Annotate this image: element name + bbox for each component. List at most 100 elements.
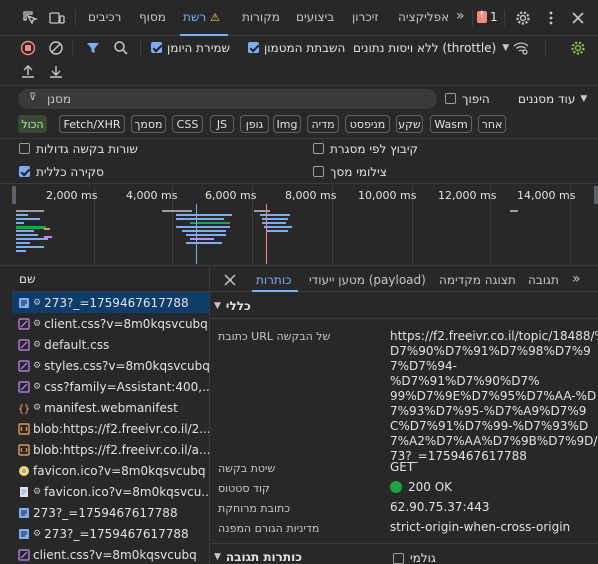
name-column-header[interactable]: שם <box>19 272 35 286</box>
big-rows-checkbox[interactable] <box>19 143 30 154</box>
close-details-icon[interactable] <box>220 270 240 290</box>
import-export-bar <box>0 60 598 86</box>
service-worker-gear-icon: ⚙ <box>33 486 42 497</box>
type-filter-js[interactable]: JS <box>210 115 234 133</box>
request-row[interactable]: ⚙ client.css?v=8m0kqsvcubq <box>12 313 209 334</box>
general-section-header[interactable]: ▼ כללי <box>214 299 251 313</box>
type-filter-font[interactable]: גופן <box>240 115 269 133</box>
timeline-bar <box>16 222 24 224</box>
device-toolbar-icon[interactable] <box>47 8 67 28</box>
tab-preview[interactable]: תצוגה מקדימה <box>439 273 516 287</box>
invert-label: היפוך <box>462 92 490 106</box>
overview-label: סקירה כללית <box>36 165 104 179</box>
tab-console[interactable]: מסוף <box>139 10 166 24</box>
inspect-element-icon[interactable] <box>20 8 40 28</box>
overview-checkbox[interactable] <box>19 166 30 177</box>
request-row[interactable]: 273?_=1759467617788 <box>12 502 209 523</box>
more-details-tabs[interactable]: » <box>572 271 581 287</box>
request-row[interactable]: ⚙ styles.css?v=8m0kqsvcubq <box>12 355 209 376</box>
search-icon[interactable] <box>111 38 131 58</box>
type-filter-doc[interactable]: מסמך <box>131 115 166 133</box>
timeline-bar <box>16 230 34 232</box>
url-line: 99%D7%9E%D7%95%D7%AA-%D <box>390 389 597 403</box>
request-name: client.css?v=8m0kqsvcubq <box>33 547 197 562</box>
request-row[interactable]: blob:https://f2.freeivr.co.il/2... <box>12 418 209 439</box>
panel-splitter[interactable] <box>209 266 210 564</box>
preserve-log-checkbox[interactable] <box>151 42 162 53</box>
request-method-key: שיטת בקשה <box>218 462 276 475</box>
screenshots-checkbox[interactable] <box>313 166 324 177</box>
clear-log-icon[interactable] <box>46 38 66 58</box>
type-filter-img[interactable]: Img <box>273 115 301 133</box>
tab-performance[interactable]: ביצועים <box>296 10 334 24</box>
divider <box>210 543 598 544</box>
tab-sources[interactable]: מקורות <box>242 10 280 24</box>
timeline-tick: 10,000 ms <box>358 189 417 202</box>
close-devtools-icon[interactable] <box>568 8 588 28</box>
dom-content-loaded-marker <box>196 204 197 264</box>
type-filter-fetch-xhr[interactable]: Fetch/XHR <box>59 115 125 133</box>
tab-network[interactable]: רשת ⚠ <box>183 10 220 24</box>
request-row[interactable]: ⚙ css?family=Assistant:400,... <box>12 376 209 397</box>
timeline-tick: 4,000 ms <box>126 189 178 202</box>
raw-checkbox[interactable] <box>393 553 404 564</box>
disable-cache-checkbox[interactable] <box>248 42 259 53</box>
request-row[interactable]: favicon.ico?v=8m0kqsvcubq <box>12 460 209 481</box>
filter-input[interactable]: ⊽ מסנן <box>18 89 437 109</box>
filter-funnel-icon[interactable] <box>83 38 103 58</box>
invert-checkbox[interactable] <box>445 93 456 104</box>
request-row[interactable]: blob:https://f2.freeivr.co.il/a... <box>12 439 209 460</box>
timeline-bar <box>44 236 52 238</box>
more-options-icon[interactable] <box>541 8 561 28</box>
record-stop-icon[interactable] <box>18 38 38 58</box>
request-row[interactable]: ⚙ 273?_=1759467617788 <box>12 523 209 544</box>
more-filters-dropdown[interactable]: עוד מסננים ▼ <box>518 92 587 106</box>
request-row[interactable]: ⚙ 273?_=1759467617788 <box>12 292 209 313</box>
tab-elements[interactable]: רכיבים <box>88 10 121 24</box>
divider <box>75 10 76 26</box>
timeline-right-handle[interactable] <box>594 186 598 204</box>
more-tabs-button[interactable]: » <box>456 8 465 24</box>
service-worker-gear-icon: ⚙ <box>33 528 42 539</box>
timeline-bar <box>44 228 50 230</box>
response-headers-section[interactable]: ▼ כותרות תגובה <box>214 550 302 564</box>
request-row[interactable]: {} ⚙ manifest.webmanifest <box>12 397 209 418</box>
timeline-tick: 14,000 ms <box>517 189 576 202</box>
settings-gear-icon[interactable] <box>513 8 533 28</box>
timeline-bar <box>186 242 222 244</box>
tab-application[interactable]: אפליקציה <box>398 10 449 24</box>
css-file-icon <box>18 317 30 330</box>
group-by-frame-checkbox[interactable] <box>313 143 324 154</box>
type-filter-all[interactable]: הכול <box>18 115 47 133</box>
timeline-tick: 2,000 ms <box>46 189 98 202</box>
page-file-icon <box>18 486 30 498</box>
request-url-key: כתובת URL של הבקשה <box>218 330 331 343</box>
request-row[interactable]: ⚙ favicon.ico?v=8m0kqsvcu... <box>12 481 209 502</box>
tab-payload[interactable]: מטען ייעודי (payload) <box>309 273 426 287</box>
request-name: manifest.webmanifest <box>44 400 178 415</box>
timeline-bar <box>266 230 288 232</box>
filter-placeholder: מסנן <box>47 92 72 106</box>
timeline-left-handle[interactable] <box>12 186 16 204</box>
network-settings-gear-icon[interactable] <box>568 38 588 58</box>
type-filter-other[interactable]: אחר <box>478 115 506 133</box>
status-code-key: קוד סטטוס <box>218 482 270 495</box>
type-filter-css[interactable]: CSS <box>172 115 203 133</box>
import-har-icon[interactable] <box>18 62 38 82</box>
tab-headers[interactable]: כותרות <box>256 273 291 287</box>
type-filter-media[interactable]: מדיה <box>307 115 339 133</box>
referrer-policy-value: strict-origin-when-cross-origin <box>390 520 571 534</box>
type-filter-wasm[interactable]: Wasm <box>430 115 472 133</box>
tab-memory[interactable]: זיכרון <box>352 10 379 24</box>
tab-response[interactable]: תגובה <box>528 273 559 287</box>
throttle-select[interactable]: ללא ויסות נתונים (throttle) ▼ <box>353 41 509 55</box>
request-row[interactable]: client.css?v=8m0kqsvcubq <box>12 544 209 564</box>
request-row[interactable]: ⚙ default.css <box>12 334 209 355</box>
type-filter-manifest[interactable]: מניפסט <box>345 115 390 133</box>
export-har-icon[interactable] <box>46 62 66 82</box>
issues-counter[interactable]: ! 1 <box>477 10 498 24</box>
network-conditions-icon[interactable] <box>511 38 531 58</box>
type-filter-socket[interactable]: שקע <box>396 115 423 133</box>
chevron-down-icon: ▼ <box>214 552 221 562</box>
divider <box>72 40 73 56</box>
